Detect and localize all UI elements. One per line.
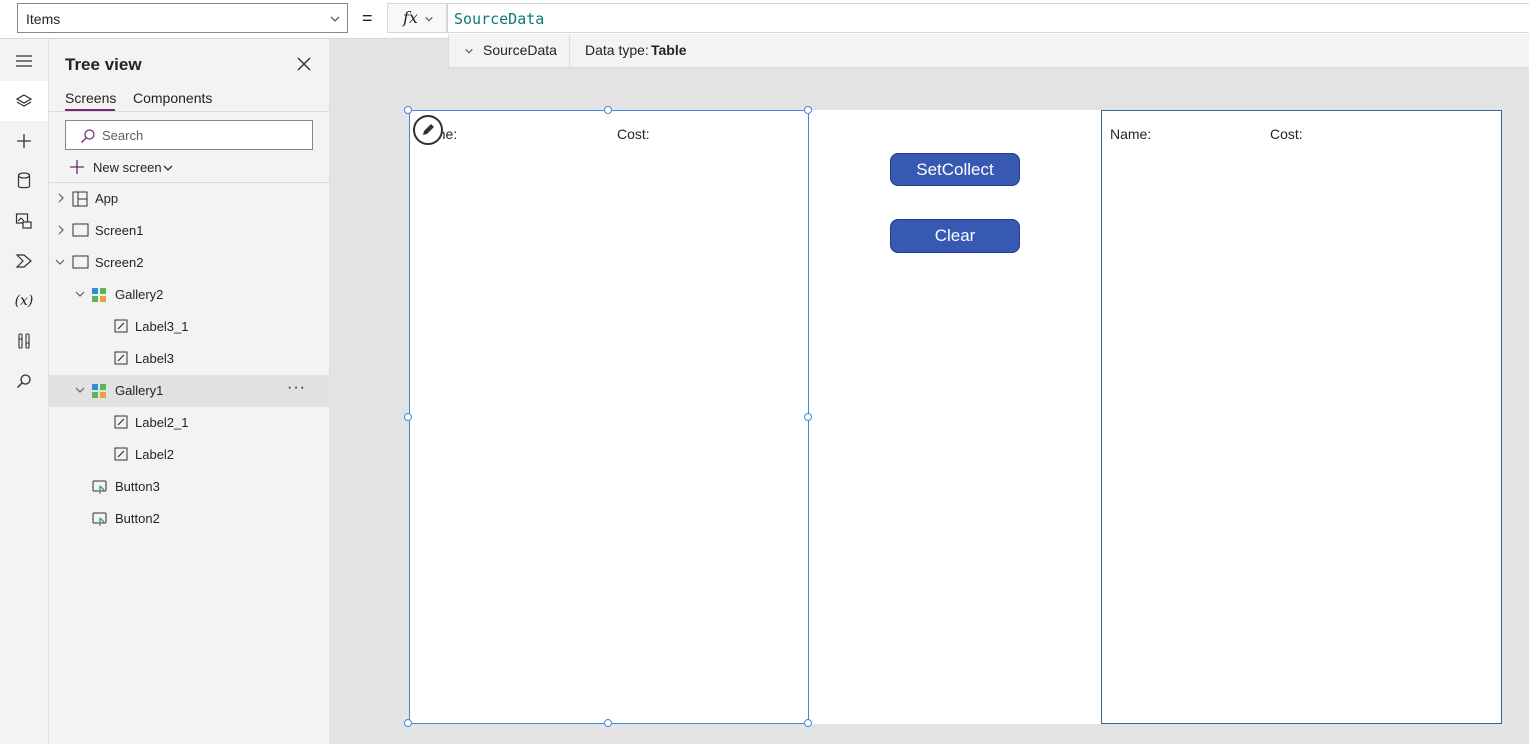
- screen-icon: [72, 255, 89, 269]
- tree-node-label: Label2: [135, 447, 175, 462]
- hamburger-icon[interactable]: [0, 41, 48, 81]
- property-dropdown[interactable]: Items: [17, 3, 348, 33]
- data-type-label: Data type:: [585, 42, 649, 58]
- chevron-down-icon[interactable]: [75, 289, 85, 299]
- result-name[interactable]: SourceData: [483, 42, 557, 58]
- tree-node-label: Button3: [115, 479, 160, 494]
- chevron-right-icon[interactable]: [56, 225, 66, 235]
- gallery2[interactable]: [1101, 110, 1502, 724]
- label-icon: [114, 447, 128, 461]
- formula-input[interactable]: SourceData: [447, 3, 1529, 33]
- chevron-down-icon: [330, 16, 340, 22]
- tree-node-label3[interactable]: Label3: [49, 343, 329, 375]
- left-rail: (x): [0, 39, 49, 744]
- gallery2-name-label[interactable]: Name:: [1110, 126, 1151, 142]
- plus-icon: [70, 160, 84, 174]
- new-screen-label: New screen: [93, 160, 162, 175]
- gallery1[interactable]: [409, 110, 809, 724]
- resize-handle[interactable]: [404, 719, 412, 727]
- tree-node-label: Label3_1: [135, 319, 189, 334]
- fx-button[interactable]: fx: [387, 3, 447, 33]
- close-icon[interactable]: [295, 55, 313, 73]
- app-icon: [72, 191, 88, 207]
- tree-node-label: Gallery2: [115, 287, 164, 302]
- resize-handle[interactable]: [804, 106, 812, 114]
- tree-node-label: App: [95, 191, 119, 206]
- divider: [49, 111, 329, 112]
- tree-node-label2[interactable]: Label2: [49, 439, 329, 471]
- resize-handle[interactable]: [604, 106, 612, 114]
- tree-node-screen2[interactable]: Screen2: [49, 247, 329, 279]
- power-automate-icon[interactable]: [0, 241, 48, 281]
- media-icon[interactable]: [0, 201, 48, 241]
- label-icon: [114, 351, 128, 365]
- formula-text: SourceData: [454, 10, 545, 28]
- clear-button[interactable]: Clear: [890, 219, 1020, 253]
- gallery2-cost-label[interactable]: Cost:: [1270, 126, 1303, 142]
- tree-node-label: Button2: [115, 511, 160, 526]
- tree-view-title: Tree view: [65, 55, 142, 74]
- layers-icon[interactable]: [0, 81, 48, 121]
- tree-node-screen1[interactable]: Screen1: [49, 215, 329, 247]
- fx-icon: fx: [403, 8, 418, 27]
- tree-node-label: Screen2: [95, 255, 144, 270]
- label-icon: [114, 415, 128, 429]
- search-icon: [81, 129, 95, 143]
- tree-node-app[interactable]: App: [49, 183, 329, 215]
- formula-result-bar: SourceData Data type: Table: [448, 34, 1529, 68]
- property-value: Items: [26, 11, 61, 27]
- pencil-icon: [423, 124, 434, 135]
- database-icon[interactable]: [0, 161, 48, 201]
- equals-sign: =: [362, 8, 373, 28]
- plus-icon[interactable]: [0, 121, 48, 161]
- chevron-down-icon[interactable]: [464, 46, 474, 56]
- resize-handle[interactable]: [404, 106, 412, 114]
- chevron-down-icon: [163, 165, 173, 171]
- setcollect-button[interactable]: SetCollect: [890, 153, 1020, 186]
- button-icon: [92, 512, 107, 526]
- tree-view-panel: Tree view Screens Components Search New …: [49, 39, 330, 744]
- resize-handle[interactable]: [804, 719, 812, 727]
- divider: [569, 34, 570, 67]
- chevron-right-icon[interactable]: [56, 193, 66, 203]
- search-placeholder: Search: [102, 128, 144, 143]
- variables-icon[interactable]: (x): [0, 281, 48, 321]
- tree-node-button3[interactable]: Button3: [49, 471, 329, 503]
- resize-handle[interactable]: [804, 413, 812, 421]
- tree-node-label: Screen1: [95, 223, 144, 238]
- tree-node-gallery2[interactable]: Gallery2: [49, 279, 329, 311]
- tree-node-label: Gallery1: [115, 383, 164, 398]
- gallery1-cost-label[interactable]: Cost:: [617, 126, 650, 142]
- chevron-down-icon: [425, 16, 433, 22]
- gallery-icon: [92, 288, 106, 302]
- chevron-down-icon[interactable]: [75, 385, 85, 395]
- resize-handle[interactable]: [604, 719, 612, 727]
- tree-node-label3-1[interactable]: Label3_1: [49, 311, 329, 343]
- data-type-value: Table: [651, 42, 687, 58]
- tree-node-gallery1[interactable]: Gallery1 ···: [49, 375, 329, 407]
- tree-node-label: Label2_1: [135, 415, 189, 430]
- tree-node-button2[interactable]: Button2: [49, 503, 329, 535]
- edit-template-icon[interactable]: [413, 115, 443, 145]
- tab-components[interactable]: Components: [133, 90, 212, 106]
- label-icon: [114, 319, 128, 333]
- tree-node-label2-1[interactable]: Label2_1: [49, 407, 329, 439]
- tab-screens[interactable]: Screens: [65, 90, 116, 106]
- gallery-icon: [92, 384, 106, 398]
- search-icon[interactable]: [0, 361, 48, 401]
- button-icon: [92, 480, 107, 494]
- tools-icon[interactable]: [0, 321, 48, 361]
- chevron-down-icon[interactable]: [55, 257, 65, 267]
- search-input[interactable]: Search: [65, 120, 313, 150]
- tree-node-label: Label3: [135, 351, 175, 366]
- more-options-icon[interactable]: ···: [287, 379, 306, 397]
- resize-handle[interactable]: [404, 413, 412, 421]
- screen-icon: [72, 223, 89, 237]
